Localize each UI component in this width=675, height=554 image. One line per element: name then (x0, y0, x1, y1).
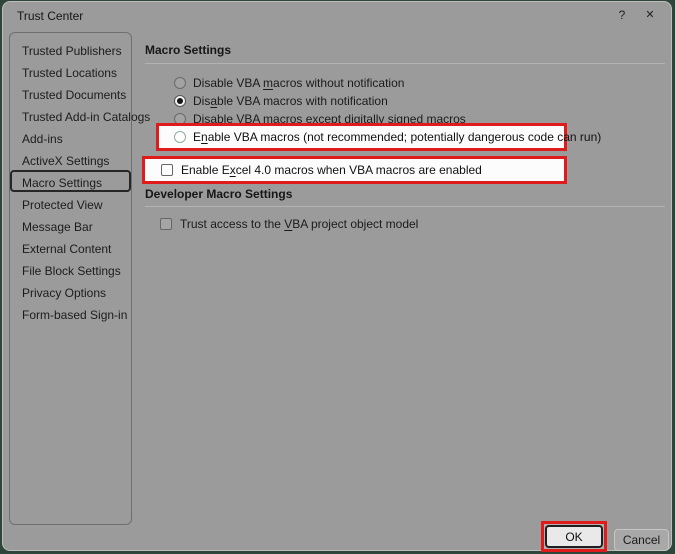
checkbox-label: Enable Excel 4.0 macros when VBA macros … (181, 163, 482, 177)
highlight-box-ok: OK (541, 521, 607, 552)
checkbox-icon (161, 164, 173, 176)
radio-disable-vba-without-notification[interactable]: Disable VBA macros without notification (174, 74, 404, 91)
trust-center-dialog: Trust Center ? ✕ Trusted Publishers Trus… (2, 1, 672, 552)
radio-label: Disable VBA macros with notification (193, 93, 388, 108)
radio-label: Enable VBA macros (not recommended; pote… (193, 130, 602, 144)
sidebar-item-message-bar[interactable]: Message Bar (10, 214, 131, 236)
sidebar-item-addins[interactable]: Add-ins (10, 126, 131, 148)
radio-disable-vba-with-notification[interactable]: Disable VBA macros with notification (174, 92, 388, 109)
sidebar-item-macro-settings[interactable]: Macro Settings (10, 170, 131, 192)
close-icon[interactable]: ✕ (639, 6, 661, 25)
sidebar-item-protected-view[interactable]: Protected View (10, 192, 131, 214)
cancel-button[interactable]: Cancel (614, 529, 669, 551)
developer-macro-settings-heading: Developer Macro Settings (145, 187, 293, 201)
radio-selected-icon (174, 94, 186, 107)
checkbox-enable-excel4-macros[interactable]: Enable Excel 4.0 macros when VBA macros … (161, 163, 482, 177)
radio-icon (174, 76, 186, 89)
checkbox-trust-vba-access[interactable]: Trust access to the VBA project object m… (160, 215, 418, 232)
radio-icon (174, 131, 186, 143)
macro-settings-heading: Macro Settings (145, 43, 232, 57)
sidebar-item-trusted-addin-catalogs[interactable]: Trusted Add-in Catalogs (10, 104, 150, 126)
sidebar: Trusted Publishers Trusted Locations Tru… (9, 32, 150, 525)
checkbox-label: Trust access to the VBA project object m… (180, 216, 419, 231)
sidebar-item-trusted-documents[interactable]: Trusted Documents (10, 82, 131, 104)
sidebar-item-privacy-options[interactable]: Privacy Options (10, 280, 131, 302)
sidebar-item-trusted-publishers[interactable]: Trusted Publishers (10, 38, 131, 60)
sidebar-item-activex-settings[interactable]: ActiveX Settings (10, 148, 131, 170)
sidebar-item-trusted-locations[interactable]: Trusted Locations (10, 60, 131, 82)
radio-label: Disable VBA macros without notification (193, 75, 405, 90)
separator (145, 206, 665, 207)
radio-enable-vba-macros[interactable]: Enable VBA macros (not recommended; pote… (174, 130, 601, 144)
help-icon[interactable]: ? (611, 6, 633, 25)
sidebar-item-file-block-settings[interactable]: File Block Settings (10, 258, 131, 280)
highlight-box-enable-excel4-macros: Enable Excel 4.0 macros when VBA macros … (142, 156, 567, 184)
sidebar-item-form-based-signin[interactable]: Form-based Sign-in (10, 302, 131, 324)
checkbox-icon (160, 217, 172, 230)
dialog-title: Trust Center (17, 9, 84, 23)
sidebar-item-external-content[interactable]: External Content (10, 236, 131, 258)
separator (145, 63, 665, 64)
highlight-box-enable-vba-macros: Enable VBA macros (not recommended; pote… (156, 123, 601, 151)
ok-button[interactable]: OK (545, 525, 603, 548)
